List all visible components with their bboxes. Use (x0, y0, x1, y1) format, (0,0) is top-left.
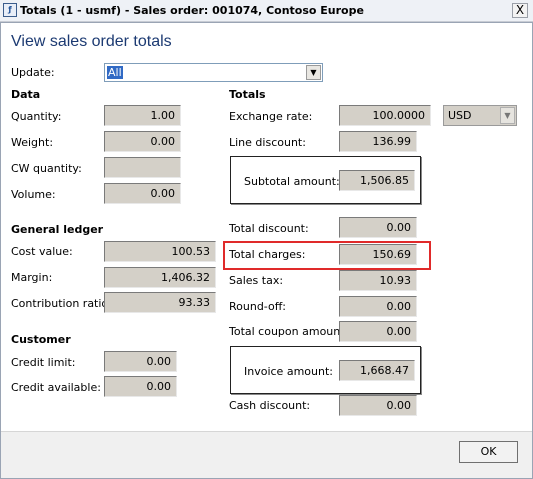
quantity-field: 1.00 (104, 105, 181, 126)
total-charges-highlight (223, 241, 431, 270)
data-section-title: Data (11, 88, 41, 101)
cash-discount-label: Cash discount: (229, 399, 311, 412)
total-discount-label: Total discount: (229, 222, 309, 235)
totals-title: Totals (229, 88, 266, 101)
total-coupon-field: 0.00 (339, 321, 417, 342)
subtotal-box: Subtotal amount: 1,506.85 (230, 156, 421, 204)
credit-limit-field: 0.00 (104, 351, 177, 372)
credit-available-field: 0.00 (104, 376, 177, 397)
total-coupon-label: Total coupon amount: (229, 325, 349, 338)
general-ledger-title: General ledger (11, 223, 104, 236)
chevron-down-icon[interactable]: ▼ (500, 107, 515, 124)
invoice-box: Invoice amount: 1,668.47 (230, 346, 421, 394)
exchange-rate-field: 100.0000 (339, 105, 431, 126)
line-discount-label: Line discount: (229, 136, 306, 149)
cash-discount-field: 0.00 (339, 395, 417, 416)
margin-label: Margin: (11, 271, 53, 284)
subtotal-label: Subtotal amount: (244, 175, 340, 188)
contribution-ratio-label: Contribution ratio: (11, 297, 112, 310)
currency-dropdown[interactable]: USD ▼ (443, 105, 517, 126)
update-dropdown[interactable]: All ▼ (104, 63, 323, 82)
dialog-footer (1, 431, 532, 478)
contribution-ratio-field: 93.33 (104, 292, 216, 313)
cost-value-field: 100.53 (104, 241, 216, 262)
cw-quantity-label: CW quantity: (11, 162, 82, 175)
currency-selected-value: USD (448, 109, 472, 122)
close-button[interactable]: X (512, 3, 528, 18)
weight-field: 0.00 (104, 131, 181, 152)
total-discount-field: 0.00 (339, 217, 417, 238)
round-off-field: 0.00 (339, 296, 417, 317)
weight-label: Weight: (11, 136, 54, 149)
margin-field: 1,406.32 (104, 267, 216, 288)
quantity-label: Quantity: (11, 110, 62, 123)
round-off-label: Round-off: (229, 300, 286, 313)
credit-limit-label: Credit limit: (11, 356, 76, 369)
title-bar: ƒ Totals (1 - usmf) - Sales order: 00107… (0, 0, 533, 22)
cw-quantity-field (104, 157, 181, 178)
volume-label: Volume: (11, 188, 56, 201)
customer-title: Customer (11, 333, 71, 346)
chevron-down-icon[interactable]: ▼ (306, 65, 321, 80)
cost-value-label: Cost value: (11, 245, 73, 258)
sales-tax-label: Sales tax: (229, 274, 284, 287)
update-selected-value: All (107, 66, 123, 79)
credit-available-label: Credit available: (11, 381, 101, 394)
exchange-rate-label: Exchange rate: (229, 110, 313, 123)
app-window-icon: ƒ (3, 3, 17, 17)
sales-tax-field: 10.93 (339, 270, 417, 291)
invoice-label: Invoice amount: (244, 365, 333, 378)
ok-button[interactable]: OK (459, 441, 518, 463)
invoice-field: 1,668.47 (339, 360, 415, 381)
update-label: Update: (11, 66, 55, 79)
page-title: View sales order totals (11, 33, 172, 50)
line-discount-field: 136.99 (339, 131, 417, 152)
volume-field: 0.00 (104, 183, 181, 204)
subtotal-field: 1,506.85 (339, 170, 415, 191)
window-title: Totals (1 - usmf) - Sales order: 001074,… (20, 4, 364, 17)
